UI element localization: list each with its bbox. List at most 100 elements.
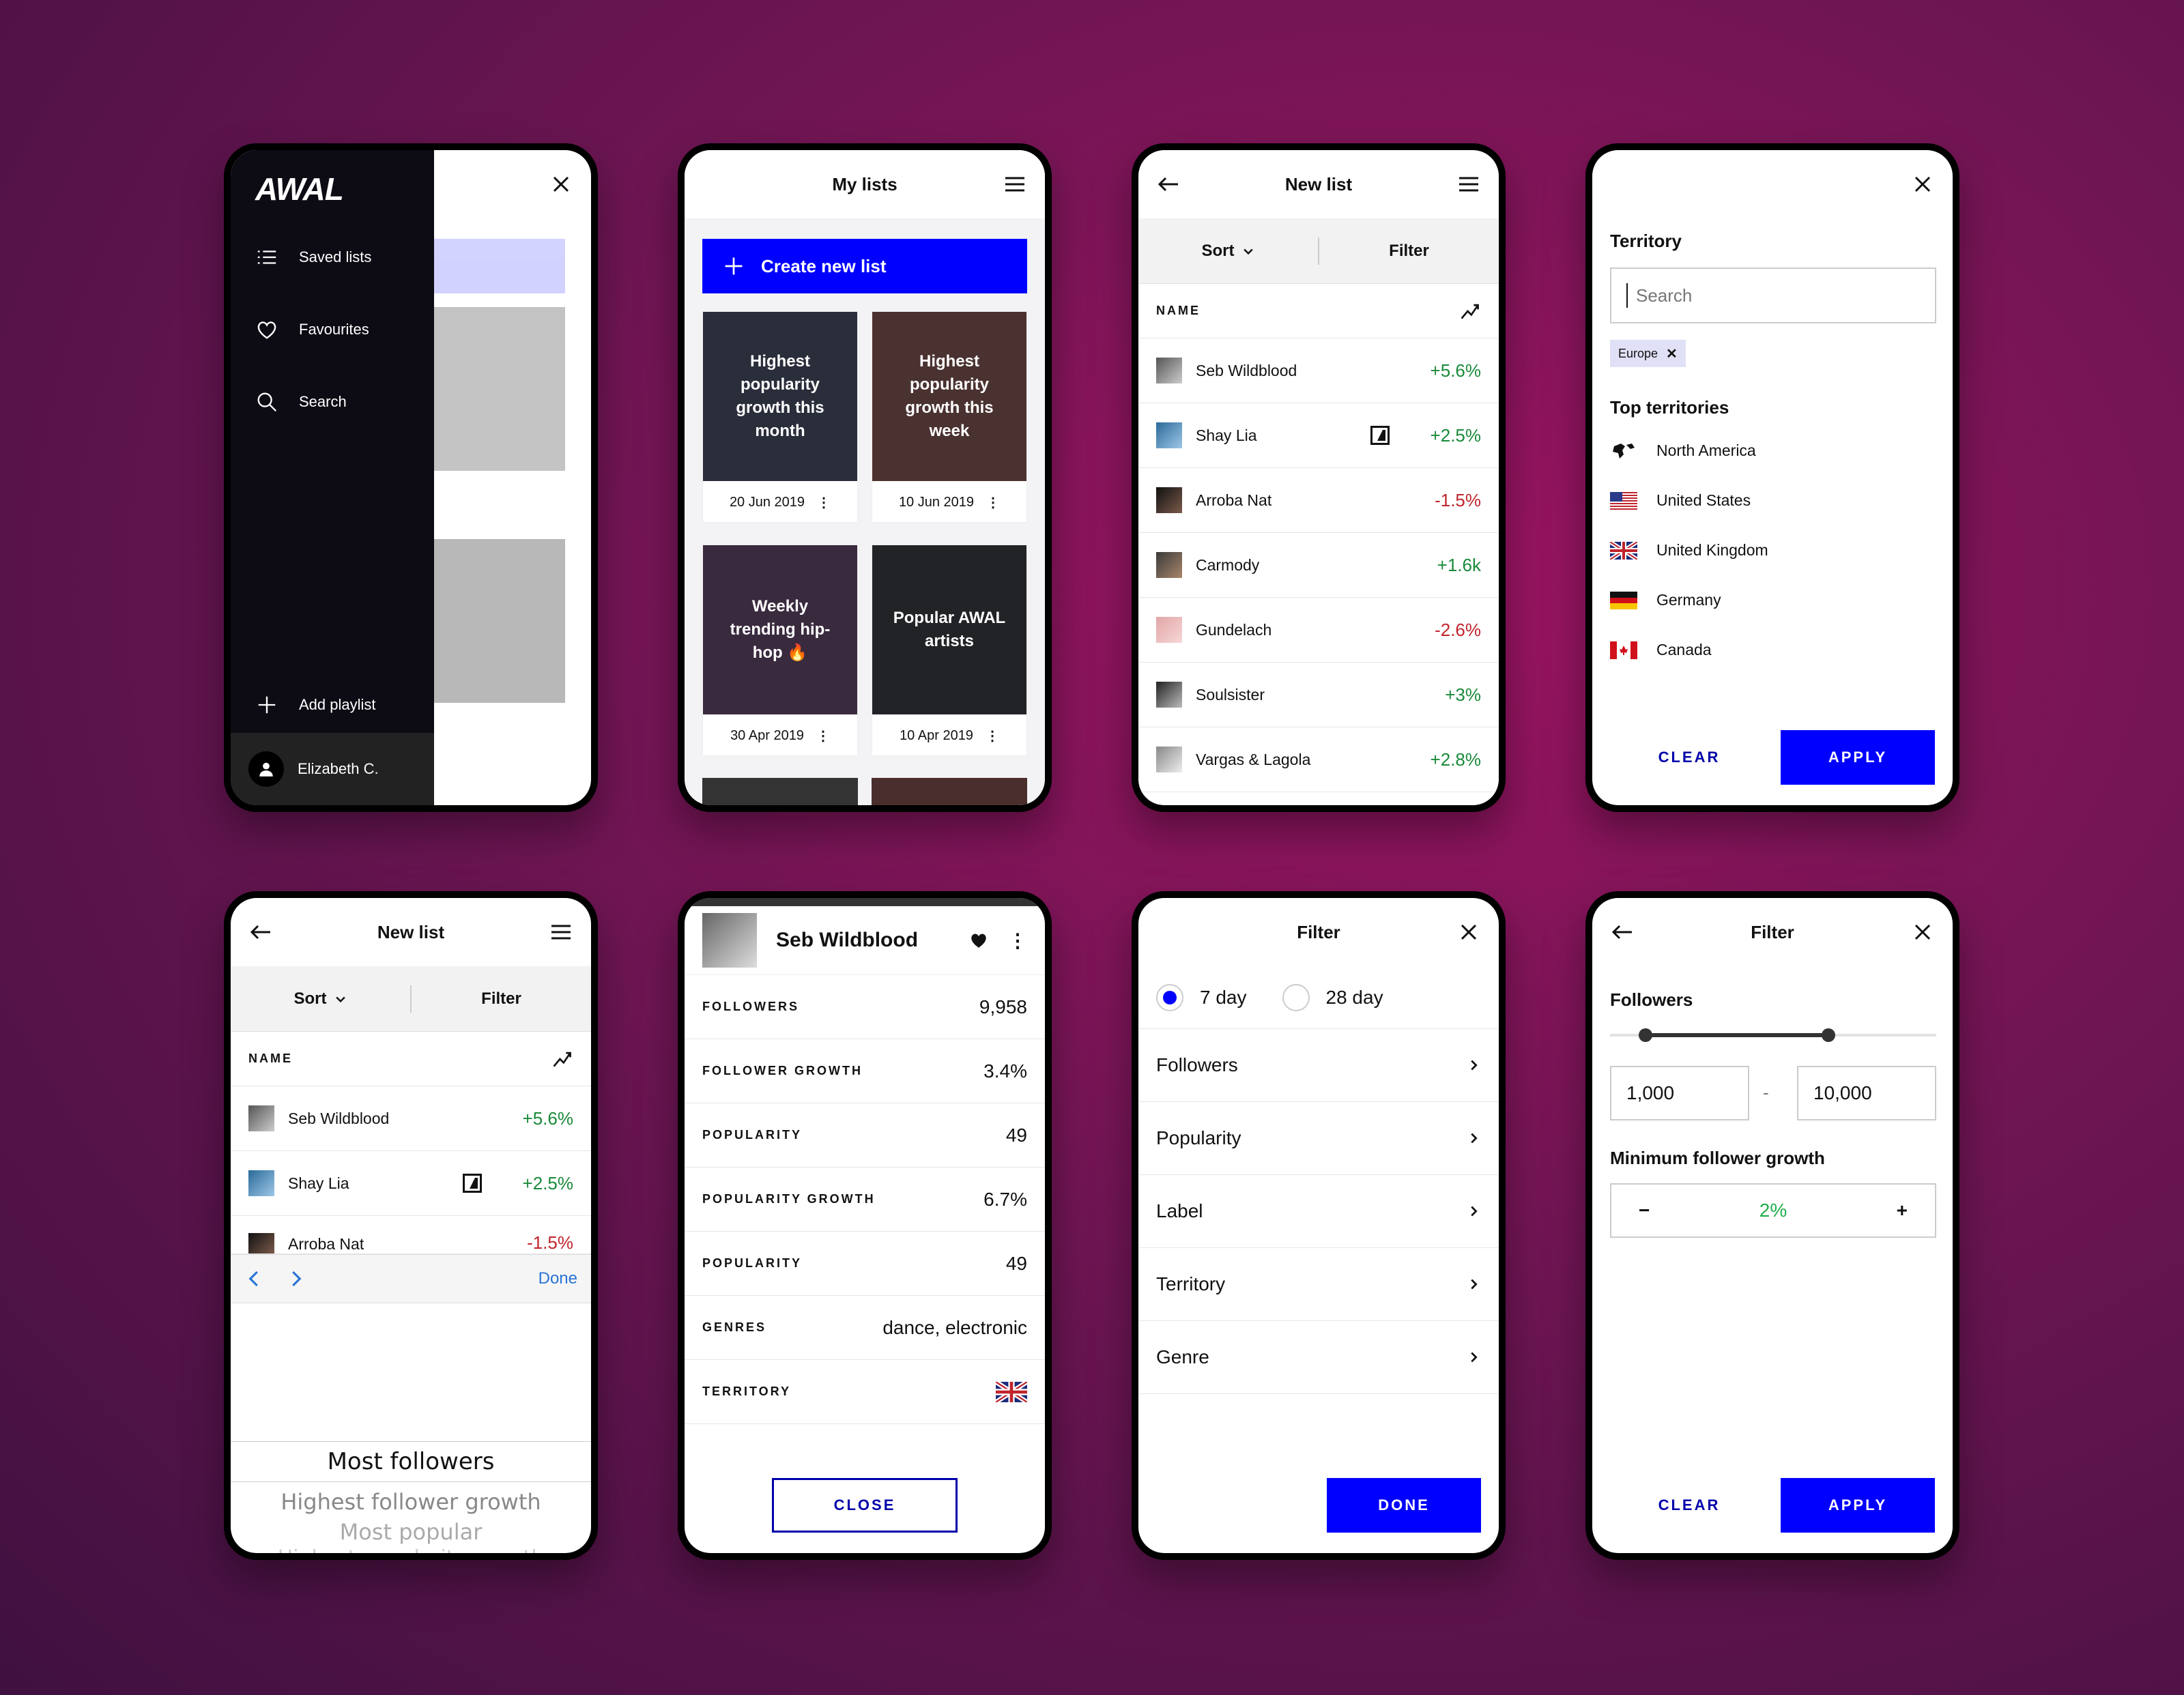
clear-button[interactable]: CLEAR: [1610, 1478, 1768, 1533]
picker-option[interactable]: Highest follower growth: [231, 1489, 591, 1515]
stat-row: POPULARITY 49: [685, 1103, 1045, 1168]
radio-28-day-label: 28 day: [1325, 986, 1383, 1008]
filter-row-followers[interactable]: Followers: [1138, 1029, 1499, 1102]
heart-filled-icon[interactable]: [968, 930, 989, 951]
search-input[interactable]: Search: [1610, 267, 1936, 323]
picker-option[interactable]: Most popular: [231, 1519, 591, 1545]
menu-button[interactable]: [549, 920, 573, 944]
nav-item-search[interactable]: Search: [255, 390, 347, 414]
back-button[interactable]: [1610, 920, 1635, 944]
decrement-button[interactable]: −: [1639, 1200, 1650, 1221]
selected-chip[interactable]: Europe ✕: [1610, 340, 1686, 367]
territory-item[interactable]: Canada: [1592, 625, 1953, 675]
nav-item-favourites[interactable]: Favourites: [255, 318, 369, 341]
page-title: New list: [1284, 173, 1353, 194]
column-name-header: NAME: [248, 1052, 293, 1065]
picker-option[interactable]: Highest popularity growth: [231, 1546, 591, 1553]
clear-button[interactable]: CLEAR: [1610, 730, 1768, 785]
picker-option-selected[interactable]: Most followers: [231, 1448, 591, 1475]
menu-button[interactable]: [1003, 172, 1027, 197]
filter-row-territory[interactable]: Territory: [1138, 1248, 1499, 1321]
list-card[interactable]: Highest popularity growth this week 10 J…: [872, 311, 1027, 523]
radio-28-day[interactable]: [1282, 983, 1310, 1011]
create-new-list-button[interactable]: Create new list: [702, 239, 1027, 293]
add-playlist-button[interactable]: Add playlist: [255, 693, 376, 716]
slider-handle-max[interactable]: [1822, 1028, 1835, 1042]
done-button[interactable]: DONE: [1327, 1478, 1481, 1533]
user-profile[interactable]: Elizabeth C.: [231, 733, 434, 805]
sort-button[interactable]: Sort: [231, 989, 410, 1009]
filter-row-label[interactable]: Label: [1138, 1175, 1499, 1248]
territory-item[interactable]: Germany: [1592, 575, 1953, 625]
artist-change: +5.6%: [1430, 360, 1481, 381]
screen: Seb Wildblood ⋮ FOLLOWERS 9,958 FOLLOWER …: [685, 898, 1045, 1553]
sort-picker-wheel[interactable]: Most followers Highest follower growth M…: [231, 1380, 591, 1553]
page-title: New list: [377, 921, 445, 942]
close-button[interactable]: [549, 172, 573, 197]
search-icon: [257, 392, 277, 412]
more-vertical-icon[interactable]: ⋮: [986, 494, 1000, 511]
trending-icon[interactable]: [551, 1048, 573, 1070]
table-row[interactable]: Arroba Nat -1.5%: [1138, 468, 1499, 533]
radio-7-day[interactable]: [1156, 983, 1183, 1011]
list-card[interactable]: Weekly trending hip-hop 🔥 30 Apr 2019 ⋮: [702, 545, 858, 756]
more-vertical-icon[interactable]: ⋮: [817, 494, 831, 511]
close-button[interactable]: [1910, 920, 1935, 944]
menu-button[interactable]: [1456, 172, 1481, 197]
back-button[interactable]: [1156, 172, 1181, 197]
increment-button[interactable]: +: [1897, 1200, 1908, 1221]
picker-done-button[interactable]: Done: [538, 1269, 577, 1288]
stat-value: 49: [1005, 1252, 1027, 1274]
chevron-right-icon[interactable]: [285, 1269, 306, 1289]
radio-dot: [1163, 990, 1177, 1004]
range-slider[interactable]: [1610, 1025, 1936, 1045]
table-row[interactable]: Shay Lia +2.5%: [231, 1151, 591, 1216]
slider-handle-min[interactable]: [1639, 1028, 1652, 1042]
filter-button[interactable]: Filter: [1319, 242, 1499, 261]
stat-label: FOLLOWER GROWTH: [702, 1064, 863, 1077]
stat-row: POPULARITY 49: [685, 1232, 1045, 1296]
close-button[interactable]: CLOSE: [772, 1478, 958, 1533]
trending-icon[interactable]: [1459, 300, 1481, 322]
close-icon[interactable]: ✕: [1666, 345, 1678, 362]
table-row[interactable]: Soulsister +3%: [1138, 663, 1499, 727]
table-row[interactable]: Carmody +1.6k: [1138, 533, 1499, 598]
more-vertical-icon[interactable]: ⋮: [986, 727, 999, 744]
sort-button[interactable]: Sort: [1138, 242, 1318, 261]
chevron-left-icon[interactable]: [244, 1269, 265, 1289]
min-followers-input[interactable]: 1,000: [1610, 1066, 1749, 1120]
list-card[interactable]: Popular AWAL artists 10 Apr 2019 ⋮: [872, 545, 1027, 756]
more-vertical-icon[interactable]: ⋮: [1008, 929, 1027, 952]
table-row[interactable]: Seb Wildblood +5.6%: [231, 1086, 591, 1151]
back-button[interactable]: [248, 920, 273, 944]
territory-item[interactable]: North America: [1592, 426, 1953, 476]
territory-name: United States: [1656, 491, 1751, 509]
apply-button[interactable]: APPLY: [1781, 1478, 1935, 1533]
table-row[interactable]: Arroba Nat -1.5%: [231, 1216, 591, 1254]
territory-item[interactable]: United Kingdom: [1592, 525, 1953, 575]
close-button[interactable]: [1456, 920, 1481, 944]
table-row[interactable]: Shay Lia +2.5%: [1138, 403, 1499, 468]
close-icon: [1461, 924, 1477, 940]
territory-item[interactable]: United States: [1592, 476, 1953, 525]
artist-name: Arroba Nat: [1196, 491, 1272, 509]
range-dash: -: [1763, 1082, 1769, 1103]
filter-row-popularity[interactable]: Popularity: [1138, 1102, 1499, 1175]
table-row[interactable]: Seb Wildblood +5.6%: [1138, 338, 1499, 403]
stat-value: 6.7%: [983, 1188, 1027, 1210]
filter-button[interactable]: Filter: [412, 989, 591, 1009]
max-followers-input[interactable]: 10,000: [1797, 1066, 1936, 1120]
table-row[interactable]: Vargas & Lagola +2.8%: [1138, 727, 1499, 792]
followers-heading: Followers: [1610, 989, 1693, 1010]
close-button[interactable]: [1910, 172, 1935, 197]
phone-territory-filter: Territory Search Europe ✕ Top territorie…: [1585, 143, 1959, 812]
stat-row: FOLLOWER GROWTH 3.4%: [685, 1039, 1045, 1103]
table-row[interactable]: Gundelach -2.6%: [1138, 598, 1499, 663]
filter-row-genre[interactable]: Genre: [1138, 1321, 1499, 1394]
list-card[interactable]: Highest popularity growth this month 20 …: [702, 311, 858, 523]
nav-item-saved-lists[interactable]: Saved lists: [255, 246, 371, 269]
growth-stepper[interactable]: − 2% +: [1610, 1183, 1936, 1238]
more-vertical-icon[interactable]: ⋮: [816, 727, 830, 744]
phone-filter-menu: Filter 7 day 28 day Followers Popularity…: [1132, 891, 1506, 1560]
apply-button[interactable]: APPLY: [1781, 730, 1935, 785]
